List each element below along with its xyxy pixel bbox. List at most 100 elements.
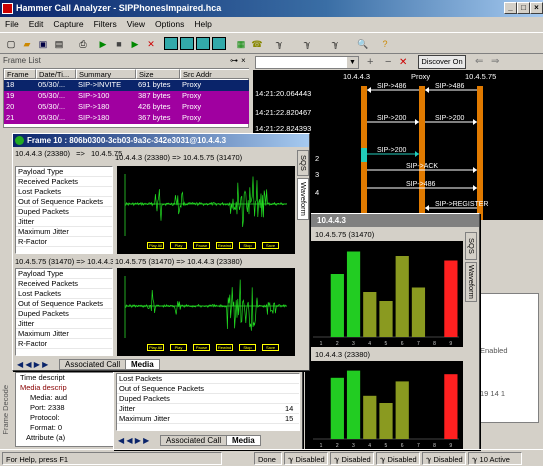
close-button[interactable]: × (530, 2, 543, 14)
maximize-button[interactable]: □ (517, 2, 530, 14)
waveform-stop-button[interactable]: Stop (239, 344, 256, 351)
stop-capture-icon[interactable]: ■ (112, 37, 126, 50)
menu-file[interactable]: File (0, 19, 24, 29)
new-icon[interactable]: ▢ (4, 37, 18, 50)
col-date[interactable]: Date/Ti... (36, 69, 76, 79)
view-hex-icon[interactable] (212, 37, 226, 50)
col-frame[interactable]: Frame (4, 69, 36, 79)
status-filter-1: ℽ Disabled (284, 452, 328, 465)
tab-sqs[interactable]: SQS (297, 150, 309, 176)
waveform-play-all-button[interactable]: Play All (147, 344, 164, 351)
tree-node[interactable]: Port: 2338 (16, 403, 124, 413)
tree-node[interactable]: Format: 0 (16, 423, 124, 433)
message-label[interactable]: SIP->200 (377, 147, 406, 154)
export-icon[interactable]: ▤ (52, 37, 66, 50)
tab-waveform[interactable]: Waveform (297, 178, 309, 220)
message-label[interactable]: SIP->200 (435, 115, 464, 122)
view-ladder-icon[interactable] (180, 37, 194, 50)
calls-icon[interactable]: ▦ (234, 37, 248, 50)
view-decode-icon[interactable] (196, 37, 210, 50)
filter2-icon[interactable]: ℽ (300, 37, 314, 50)
stat-row: R-Factor (16, 339, 112, 349)
waveform-play-all-button[interactable]: Play All (147, 242, 164, 249)
table-row[interactable]: 21 05/30/... SIP->180 367 bytes Proxy (4, 113, 249, 124)
sqs-window-title[interactable]: 10.4.4.3 (303, 214, 479, 227)
print-icon[interactable]: ⎙ (76, 37, 90, 50)
status-bar: For Help, press F1 Done ℽ Disabled ℽ Dis… (0, 449, 543, 466)
x-tick-label: 9 (449, 341, 452, 347)
tree-node[interactable]: Protocol: (16, 413, 124, 423)
waveform-save-button[interactable]: Save (262, 344, 279, 351)
start-capture-icon[interactable]: ▶ (96, 37, 110, 50)
table-row[interactable]: 19 05/30/... SIP->100 387 bytes Proxy (4, 91, 249, 102)
forward-arrow-icon[interactable]: ⇒ (491, 55, 499, 69)
close-panel-icon[interactable]: × (241, 56, 246, 65)
waveform-pause-button[interactable]: Pause (193, 242, 210, 249)
tab-media[interactable]: Media (125, 359, 160, 370)
message-label[interactable]: SIP->ACK (406, 163, 438, 170)
message-label[interactable]: SIP->REGISTER (435, 201, 488, 208)
table-cell: 05/30/... (38, 91, 66, 100)
tab-scroll-arrows[interactable]: ◀ ◀ ▶ ▶ (17, 360, 48, 369)
bar (363, 395, 377, 439)
filter3-icon[interactable]: ℽ (328, 37, 342, 50)
zoom-out-icon[interactable]: − (385, 56, 391, 69)
waveform-stop-button[interactable]: Stop (239, 242, 256, 249)
minimize-button[interactable]: _ (504, 2, 517, 14)
tab-sqs[interactable]: SQS (465, 232, 477, 260)
tab-scroll-arrows[interactable]: ◀ ◀ ▶ ▶ (118, 436, 149, 445)
waveform-play-button[interactable]: Play (170, 242, 187, 249)
menu-filters[interactable]: Filters (89, 19, 122, 29)
row-number: 4 (315, 188, 320, 197)
tree-node[interactable]: Media: aud (16, 393, 124, 403)
filter-icon[interactable]: ℽ (272, 37, 286, 50)
tree-node[interactable]: Attribute (a) (16, 433, 124, 443)
phone-icon[interactable]: ☎ (250, 37, 264, 50)
table-row[interactable]: 18 05/30/... SIP->INVITE 691 bytes Proxy (4, 80, 249, 91)
menu-edit[interactable]: Edit (24, 19, 49, 29)
stat-row: Duped Packets (16, 207, 112, 217)
table-row[interactable]: 20 05/30/... SIP->180 426 bytes Proxy (4, 102, 249, 113)
col-summary[interactable]: Summary (76, 69, 136, 79)
message-label[interactable]: SIP->486 (406, 181, 435, 188)
col-src[interactable]: Src Addr (180, 69, 249, 79)
col-size[interactable]: Size (136, 69, 180, 79)
message-label[interactable]: SIP->200 (377, 115, 406, 122)
waveform-rewind-button[interactable]: Rewind (216, 344, 233, 351)
status-filter-3: ℽ Disabled (376, 452, 420, 465)
tree-node[interactable]: Time descript (16, 373, 124, 383)
back-arrow-icon[interactable]: ⇐ (475, 55, 483, 69)
waveform-pause-button[interactable]: Pause (193, 344, 210, 351)
chevron-down-icon[interactable]: ▼ (347, 57, 358, 68)
waveform-play-button[interactable]: Play (170, 344, 187, 351)
save-icon[interactable]: ▣ (36, 37, 50, 50)
search-icon[interactable]: 🔍 (356, 37, 370, 50)
message-label[interactable]: SIP->486 (377, 83, 406, 90)
stat-row: Payload Type (16, 269, 112, 279)
tab-associated-call[interactable]: Associated Call (160, 435, 228, 446)
waveform-rewind-button[interactable]: Rewind (216, 242, 233, 249)
stat-label: Jitter (119, 404, 136, 413)
menu-options[interactable]: Options (150, 19, 189, 29)
frame-window-title[interactable]: Frame 10 : 806b0300-3cb03-9a3c-342e3031@… (13, 134, 309, 147)
open-icon[interactable]: ▰ (20, 37, 34, 50)
tab-waveform[interactable]: Waveform (465, 262, 477, 302)
play-icon[interactable]: ▶ (128, 37, 142, 50)
menu-capture[interactable]: Capture (48, 19, 88, 29)
pin-icon[interactable]: ⊶ (230, 56, 238, 65)
x-tick-label: 6 (401, 341, 404, 347)
clear-icon[interactable]: ✕ (399, 56, 407, 69)
delete-icon[interactable]: ✕ (144, 37, 158, 50)
waveform-save-button[interactable]: Save (262, 242, 279, 249)
filter-select[interactable]: ▼ (255, 56, 359, 69)
tab-media[interactable]: Media (226, 435, 261, 446)
menu-view[interactable]: View (122, 19, 150, 29)
discover-button[interactable]: Discover On (418, 55, 466, 69)
menu-help[interactable]: Help (189, 19, 216, 29)
tab-associated-call[interactable]: Associated Call (59, 359, 127, 370)
view-frames-icon[interactable] (164, 37, 178, 50)
zoom-in-icon[interactable]: + (367, 56, 373, 69)
tree-node[interactable]: Media descrip (16, 383, 124, 393)
help-icon[interactable]: ? (378, 37, 392, 50)
message-label[interactable]: SIP->486 (435, 83, 464, 90)
